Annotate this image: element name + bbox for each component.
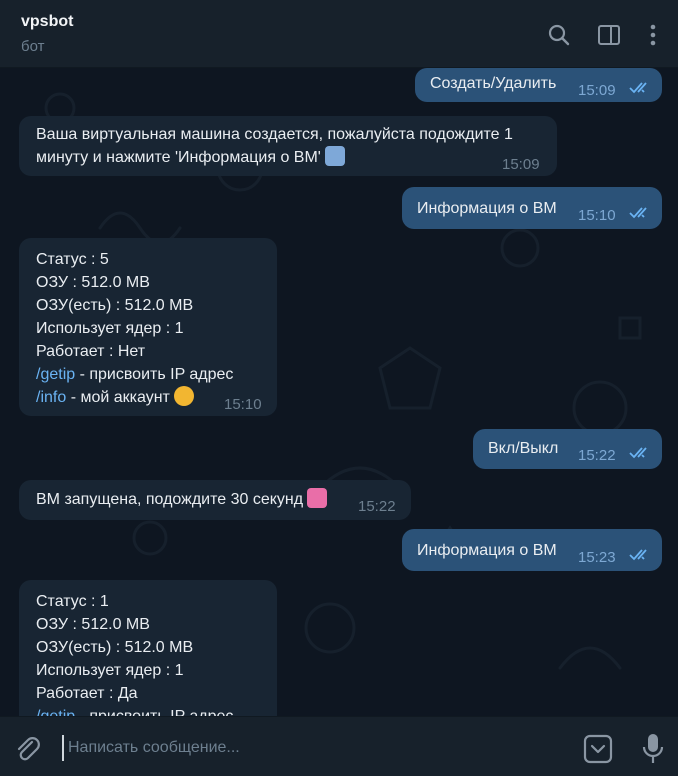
message-incoming[interactable]: Ваша виртуальная машина создается, пожал… (19, 116, 557, 176)
chat-subtitle: бот (21, 38, 45, 55)
message-time: 15:10 (224, 396, 262, 413)
message-text: /getip - присвоить IP адрес (36, 705, 233, 716)
message-text: Работает : Нет (36, 343, 146, 360)
message-time: 15:09 (502, 156, 540, 173)
message-incoming[interactable]: Статус : 5 ОЗУ : 512.0 MB ОЗУ(есть) : 51… (19, 238, 277, 416)
microphone-icon[interactable] (640, 732, 666, 766)
message-outgoing[interactable]: Создать/Удалить 15:09 (415, 68, 662, 102)
message-input[interactable] (62, 735, 570, 761)
message-time: 15:22 (578, 447, 616, 464)
paperclip-icon[interactable] (14, 735, 42, 763)
message-time: 15:09 (578, 82, 616, 99)
read-ticks-icon (629, 447, 647, 459)
ribbon-emoji-icon (307, 488, 328, 508)
message-text: Работает : Да (36, 685, 138, 702)
message-text: ОЗУ : 512.0 MB (36, 616, 150, 633)
read-ticks-icon (629, 207, 647, 219)
message-text: Статус : 1 (36, 593, 109, 610)
message-time: 15:10 (578, 207, 616, 224)
message-text: Вкл/Выкл (488, 440, 559, 457)
message-outgoing[interactable]: Информация о ВМ 15:10 (402, 187, 662, 229)
message-text: Использует ядер : 1 (36, 662, 184, 679)
read-ticks-icon (629, 549, 647, 561)
message-composer (0, 716, 678, 776)
read-ticks-icon (629, 82, 647, 94)
message-text: /info - мой аккаунт (36, 386, 194, 409)
command-link-info[interactable]: /info (36, 389, 66, 406)
search-icon[interactable] (546, 22, 572, 48)
message-text: ОЗУ(есть) : 512.0 MB (36, 297, 194, 314)
message-text: ВМ запущена, подождите 30 секунд (36, 488, 328, 511)
message-text: Создать/Удалить (430, 75, 557, 92)
message-list[interactable]: Создать/Удалить 15:09 Ваша виртуальная м… (0, 68, 678, 716)
message-incoming[interactable]: Статус : 1 ОЗУ : 512.0 MB ОЗУ(есть) : 51… (19, 580, 277, 716)
chat-header: vpsbot бот (0, 0, 678, 68)
message-text: ОЗУ : 512.0 MB (36, 274, 150, 291)
message-text: /getip - присвоить IP адрес (36, 366, 234, 383)
message-outgoing[interactable]: Вкл/Выкл 15:22 (473, 429, 662, 469)
sidebar-panel-icon[interactable] (596, 22, 622, 48)
restroom-emoji-icon (324, 146, 345, 166)
message-time: 15:23 (578, 549, 616, 566)
command-link-getip[interactable]: /getip (36, 366, 75, 383)
more-vertical-icon[interactable] (640, 22, 666, 48)
bot-commands-icon[interactable] (583, 734, 613, 764)
message-text: Информация о ВМ (417, 200, 557, 217)
chat-title[interactable]: vpsbot (21, 13, 73, 31)
message-text: Статус : 5 (36, 251, 109, 268)
cat-emoji-icon (173, 386, 194, 406)
message-text: Информация о ВМ (417, 542, 557, 559)
message-outgoing[interactable]: Информация о ВМ 15:23 (402, 529, 662, 571)
message-text: Использует ядер : 1 (36, 320, 184, 337)
command-link-getip[interactable]: /getip (36, 708, 75, 716)
message-time: 15:22 (358, 498, 396, 515)
message-text: минуту и нажмите 'Информация о ВМ' (36, 146, 345, 169)
message-text: Ваша виртуальная машина создается, пожал… (36, 126, 513, 143)
message-text: ОЗУ(есть) : 512.0 MB (36, 639, 194, 656)
message-incoming[interactable]: ВМ запущена, подождите 30 секунд 15:22 (19, 480, 411, 520)
